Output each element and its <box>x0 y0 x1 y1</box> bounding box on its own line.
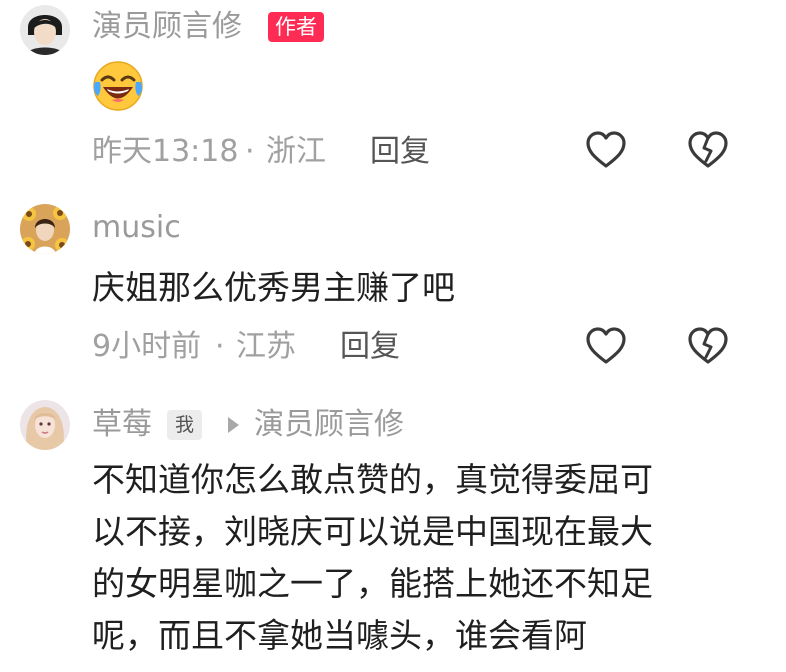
reply-arrow-icon <box>228 417 239 433</box>
avatar[interactable] <box>20 400 70 450</box>
meta-separator: · <box>215 329 225 364</box>
meta-separator: · <box>245 134 255 169</box>
comment-author[interactable]: 草莓 <box>92 407 152 443</box>
comment-content-line: 呢，而且不拿她当噱头，谁会看阿 <box>92 616 587 655</box>
comment-content-line: 的女明星咖之一了，能搭上她还不知足 <box>92 564 653 603</box>
avatar[interactable] <box>20 204 70 254</box>
comment-content-line: 不知道你怎么敢点赞的，真觉得委屈可 <box>92 460 653 499</box>
laughing-crying-emoji-icon <box>93 61 143 111</box>
reply-button[interactable]: 回复 <box>340 329 400 365</box>
avatar[interactable] <box>20 5 70 55</box>
me-badge: 我 <box>167 410 203 440</box>
comment-location: 江苏 <box>236 329 296 364</box>
reply-target[interactable]: 演员顾言修 <box>254 407 404 443</box>
comment-content: 庆姐那么优秀男主赚了吧 <box>92 268 455 307</box>
comment-author[interactable]: music <box>92 210 181 246</box>
author-badge: 作者 <box>268 12 324 42</box>
reply-button[interactable]: 回复 <box>370 134 430 170</box>
comment-location: 浙江 <box>266 134 326 169</box>
comment-content-line: 以不接，刘晓庆可以说是中国现在最大 <box>92 512 653 551</box>
heart-outline-icon[interactable] <box>584 326 628 366</box>
comment-author[interactable]: 演员顾言修 <box>92 9 242 45</box>
comment-time: 昨天13:18 <box>92 134 239 169</box>
comment-item: 演员顾言修 作者 昨天13:18 · 浙江 回复 <box>0 0 786 190</box>
heart-outline-icon[interactable] <box>584 130 628 170</box>
comment-item: 草莓 我 演员顾言修 不知道你怎么敢点赞的，真觉得委屈可 以不接，刘晓庆可以说是… <box>0 390 786 672</box>
comment-item: music 庆姐那么优秀男主赚了吧 9小时前 · 江苏 回复 <box>0 190 786 390</box>
broken-heart-outline-icon[interactable] <box>686 326 730 366</box>
broken-heart-outline-icon[interactable] <box>686 130 730 170</box>
comment-time: 9小时前 <box>92 329 202 364</box>
